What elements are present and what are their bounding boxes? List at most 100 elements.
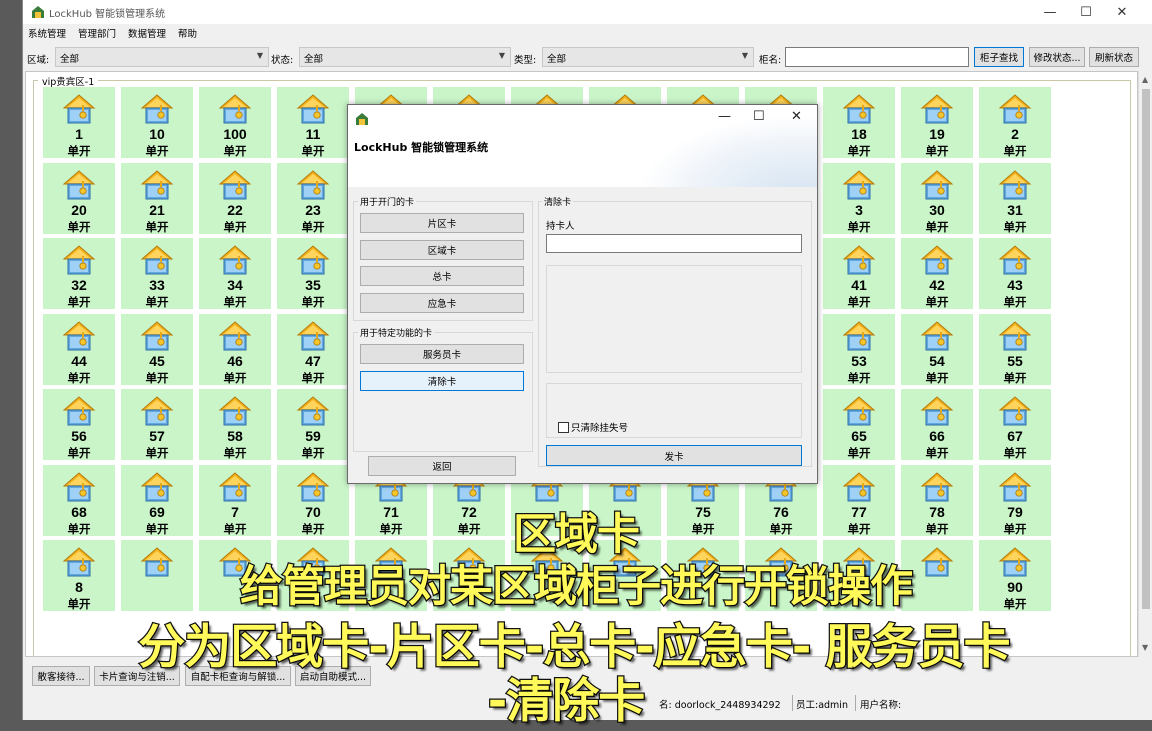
cabinet-tile[interactable]: 30 单开 [901,162,973,234]
cabinet-tile[interactable] [511,540,583,611]
waiter-card-button[interactable]: 服务员卡 [360,344,524,364]
modify-status-button[interactable]: 修改状态... [1029,47,1085,67]
cabinet-tile[interactable] [355,540,427,611]
cabinet-name-input[interactable] [785,47,969,67]
cabinet-tile[interactable]: 70 单开 [277,464,349,536]
cabinet-tile[interactable]: 46 单开 [199,313,271,385]
scroll-down-icon[interactable]: ▼ [1142,643,1148,652]
cabinet-tile[interactable]: 35 单开 [277,238,349,309]
menu-help[interactable]: 帮助 [178,26,197,40]
cabinet-number: 78 [929,503,945,520]
cabinet-tile[interactable]: 47 单开 [277,313,349,385]
checkbox-box[interactable] [558,421,569,433]
refresh-status-button[interactable]: 刷新状态 [1089,47,1139,67]
cabinet-tile[interactable]: 31 单开 [979,162,1051,234]
cabinet-tile[interactable] [667,540,739,611]
self-card-cabinet-button[interactable]: 自配卡柜查询与解锁... [185,666,291,686]
scroll-up-icon[interactable]: ▲ [1142,75,1148,84]
card-holder-input[interactable] [546,234,802,253]
self-service-mode-button[interactable]: 启动自助模式... [295,666,371,686]
emergency-card-button[interactable]: 应急卡 [360,293,524,313]
cabinet-tile[interactable]: 53 单开 [823,313,895,385]
cabinet-mode: 单开 [379,521,403,536]
cabinet-tile[interactable]: 19 单开 [901,87,973,158]
cabinet-tile[interactable]: 11 单开 [277,87,349,158]
cabinet-tile[interactable]: 42 单开 [901,238,973,309]
maximize-icon[interactable]: ☐ [1069,0,1103,24]
vertical-scrollbar[interactable]: ▲ ▼ [1138,71,1152,657]
cabinet-tile[interactable] [277,540,349,611]
special-card-group-label: 用于特定功能的卡 [358,326,435,339]
scroll-thumb[interactable] [1142,89,1150,609]
cabinet-tile[interactable] [121,540,193,611]
walkin-reception-button[interactable]: 散客接待... [32,666,90,686]
cabinet-tile[interactable]: 79 单开 [979,464,1051,536]
cabinet-tile[interactable]: 68 单开 [43,464,115,536]
type-select[interactable]: 全部 ▼ [542,47,754,67]
menu-department[interactable]: 管理部门 [78,26,116,40]
cabinet-mode: 单开 [67,446,91,460]
cabinet-tile[interactable]: 41 单开 [823,238,895,309]
cabinet-tile[interactable] [433,540,505,611]
cabinet-tile[interactable]: 21 单开 [121,162,193,234]
dialog-maximize-icon[interactable]: ☐ [753,109,765,124]
menu-system[interactable]: 系统管理 [28,26,66,40]
cabinet-tile[interactable]: 54 单开 [901,313,973,385]
cabinet-tile[interactable]: 34 单开 [199,238,271,309]
menu-data[interactable]: 数据管理 [128,26,166,40]
back-button[interactable]: 返回 [368,456,516,476]
cabinet-tile[interactable]: 57 单开 [121,389,193,460]
cabinet-tile[interactable]: 22 单开 [199,162,271,234]
cabinet-tile[interactable] [901,540,973,611]
cabinet-tile[interactable]: 43 单开 [979,238,1051,309]
cabinet-tile[interactable]: 20 单开 [43,162,115,234]
cabinet-tile[interactable]: 8 单开 [43,540,115,611]
cabinet-tile[interactable] [823,540,895,611]
cabinet-tile[interactable]: 58 单开 [199,389,271,460]
cabinet-tile[interactable]: 77 单开 [823,464,895,536]
cabinet-tile[interactable]: 69 单开 [121,464,193,536]
cabinet-tile[interactable]: 90 单开 [979,540,1051,611]
cabinet-tile[interactable]: 66 单开 [901,389,973,460]
cabinet-tile[interactable] [199,540,271,611]
cabinet-tile[interactable]: 10 单开 [121,87,193,158]
cabinet-tile[interactable]: 55 单开 [979,313,1051,385]
cabinet-tile[interactable]: 45 单开 [121,313,193,385]
close-icon[interactable]: ✕ [1105,0,1139,24]
cabinet-tile[interactable]: 1 单开 [43,87,115,158]
dialog-close-icon[interactable]: ✕ [791,109,802,124]
cabinet-mode: 单开 [67,370,91,385]
cabinet-tile[interactable] [589,540,661,611]
card-query-button[interactable]: 卡片查询与注销... [94,666,180,686]
cabinet-tile[interactable]: 100 单开 [199,87,271,158]
cabinet-tile[interactable]: 32 单开 [43,238,115,309]
cabinet-tile[interactable]: 56 单开 [43,389,115,460]
cabinet-tile[interactable]: 78 单开 [901,464,973,536]
status-select[interactable]: 全部 ▼ [299,47,511,67]
cabinet-tile[interactable]: 23 单开 [277,162,349,234]
cabinet-mode: 单开 [1003,144,1027,158]
area-select[interactable]: 全部 ▼ [55,47,269,67]
dialog-minimize-icon[interactable]: — [718,109,731,124]
issue-card-button[interactable]: 发卡 [546,445,802,466]
cabinet-tile[interactable]: 33 单开 [121,238,193,309]
area-card-button[interactable]: 区域卡 [360,240,524,260]
cabinet-tile[interactable]: 67 单开 [979,389,1051,460]
cabinet-mode: 单开 [1003,219,1027,234]
cabinet-number: 21 [149,201,165,218]
zone-card-button[interactable]: 片区卡 [360,213,524,233]
cabinet-tile[interactable]: 65 单开 [823,389,895,460]
master-card-button[interactable]: 总卡 [360,266,524,286]
cabinet-tile[interactable]: 18 单开 [823,87,895,158]
clear-card-button[interactable]: 清除卡 [360,371,524,391]
minimize-icon[interactable]: — [1033,0,1067,24]
only-lost-checkbox[interactable]: 只清除挂失号 [558,420,628,434]
cabinet-tile[interactable]: 2 单开 [979,87,1051,158]
cabinet-tile[interactable]: 44 单开 [43,313,115,385]
cabinet-tile[interactable]: 3 单开 [823,162,895,234]
cabinet-tile[interactable]: 59 单开 [277,389,349,460]
cabinet-tile[interactable] [745,540,817,611]
cabinet-tile[interactable]: 7 单开 [199,464,271,536]
cabinet-search-button[interactable]: 柜子查找 [974,47,1024,67]
dialog-header: — ☐ ✕ LockHub 智能锁管理系统 [348,105,817,187]
